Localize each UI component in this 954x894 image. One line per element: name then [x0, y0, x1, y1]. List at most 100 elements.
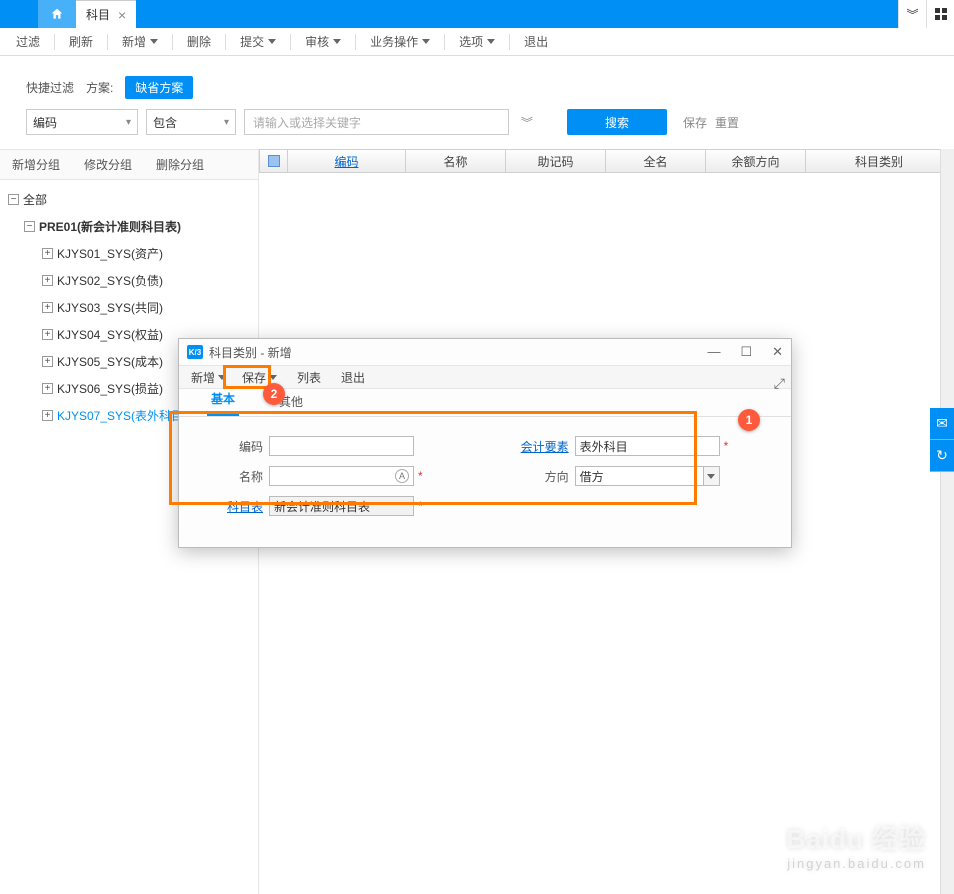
- dlg-list-button[interactable]: 列表: [291, 366, 327, 388]
- search-button[interactable]: 搜索: [567, 109, 667, 135]
- chevron-down-icon: ▾: [224, 117, 229, 128]
- delete-group-button[interactable]: 删除分组: [144, 150, 216, 179]
- callout-badge-1: 1: [738, 409, 760, 431]
- label-element: 会计要素: [513, 438, 575, 455]
- chevrons-down-icon: ︾: [906, 6, 918, 23]
- scheme-chip[interactable]: 缺省方案: [125, 76, 193, 99]
- input-element[interactable]: 表外科目: [575, 436, 720, 456]
- float-btn-2[interactable]: ↻: [930, 440, 954, 472]
- add-group-button[interactable]: 新增分组: [0, 150, 72, 179]
- tree-node[interactable]: +KJYS03_SYS(共同): [2, 294, 256, 321]
- col-fullname[interactable]: 全名: [606, 150, 706, 172]
- grid-icon: [935, 8, 947, 20]
- chevron-down-icon: [268, 39, 276, 44]
- vertical-scrollbar[interactable]: [940, 149, 954, 894]
- chevron-down-icon: ▾: [126, 117, 131, 128]
- col-mnemonic[interactable]: 助记码: [506, 150, 606, 172]
- dialog-body: 编码 名称 A * 科目表 新会计准则科目表 * 会计要素 表外科目: [179, 417, 791, 533]
- maximize-icon[interactable]: ☐: [740, 344, 752, 360]
- expand-icon[interactable]: +: [42, 383, 53, 394]
- active-tab[interactable]: 科目 ×: [76, 0, 136, 28]
- filter-button[interactable]: 过滤: [8, 28, 48, 55]
- delete-button[interactable]: 删除: [179, 28, 219, 55]
- col-name[interactable]: 名称: [406, 150, 506, 172]
- options-button[interactable]: 选项: [451, 28, 503, 55]
- search-row: 编码▾ 包含▾ 请输入或选择关键字 ︾ 搜索 保存 重置: [0, 109, 954, 149]
- dlg-exit-button[interactable]: 退出: [335, 366, 371, 388]
- bizops-button[interactable]: 业务操作: [362, 28, 438, 55]
- expand-icon[interactable]: +: [42, 410, 53, 421]
- refresh-icon: ↻: [936, 447, 948, 464]
- chevron-down-icon: [422, 39, 430, 44]
- collapse-icon[interactable]: −: [8, 194, 19, 205]
- save-link[interactable]: 保存: [683, 114, 707, 131]
- chevron-down-icon: [150, 39, 158, 44]
- chevron-down-icon: [333, 39, 341, 44]
- expand-icon[interactable]: +: [42, 275, 53, 286]
- quick-filter-row: 快捷过滤 方案: 缺省方案: [0, 56, 954, 109]
- dialog-titlebar[interactable]: K/3 科目类别 - 新增 — ☐ ✕: [179, 339, 791, 365]
- expand-icon[interactable]: +: [42, 302, 53, 313]
- input-name[interactable]: A: [269, 466, 414, 486]
- side-float-buttons: ✉ ↻: [930, 408, 954, 472]
- collapse-icon[interactable]: −: [24, 221, 35, 232]
- chat-icon: ✉: [936, 415, 948, 432]
- tree-node-all[interactable]: −全部: [2, 186, 256, 213]
- operator-combo[interactable]: 包含▾: [146, 109, 236, 135]
- tree-node[interactable]: +KJYS01_SYS(资产): [2, 240, 256, 267]
- required-icon: *: [418, 499, 423, 513]
- chevron-down-icon: [269, 375, 277, 380]
- collapse-button[interactable]: ︾: [898, 0, 926, 28]
- label-table: 科目表: [219, 498, 269, 515]
- grid-view-button[interactable]: [926, 0, 954, 28]
- app-icon: K/3: [187, 345, 203, 359]
- refresh-button[interactable]: 刷新: [61, 28, 101, 55]
- reset-link[interactable]: 重置: [715, 114, 739, 131]
- edit-group-button[interactable]: 修改分组: [72, 150, 144, 179]
- field-combo[interactable]: 编码▾: [26, 109, 138, 135]
- window-tab-bar: 科目 × ︾: [0, 0, 954, 28]
- expand-icon[interactable]: +: [42, 248, 53, 259]
- keyword-expand-icon[interactable]: ︾: [517, 114, 537, 131]
- dialog-title: 科目类别 - 新增: [209, 344, 292, 361]
- main-toolbar: 过滤 刷新 新增 删除 提交 审核 业务操作 选项 退出: [0, 28, 954, 56]
- sidebar-header: 新增分组 修改分组 删除分组: [0, 149, 258, 180]
- audit-button[interactable]: 审核: [297, 28, 349, 55]
- label-direction: 方向: [513, 468, 575, 485]
- required-icon: *: [418, 469, 423, 483]
- tab-basic[interactable]: 基本: [207, 384, 239, 416]
- checkbox-col[interactable]: [260, 150, 288, 172]
- float-btn-1[interactable]: ✉: [930, 408, 954, 440]
- ime-icon[interactable]: A: [395, 469, 409, 483]
- dialog-category-new: K/3 科目类别 - 新增 — ☐ ✕ 新增 保存 列表 退出 ⤢ 基本 其他 …: [178, 338, 792, 548]
- exit-button[interactable]: 退出: [516, 28, 556, 55]
- checkbox-icon: [268, 155, 280, 167]
- tree-node-root[interactable]: −PRE01(新会计准则科目表): [2, 213, 256, 240]
- direction-dropdown-button[interactable]: [704, 466, 720, 486]
- home-tab[interactable]: [38, 0, 76, 28]
- new-button[interactable]: 新增: [114, 28, 166, 55]
- input-direction[interactable]: 借方: [575, 466, 704, 486]
- chevron-down-icon: [487, 39, 495, 44]
- tree-node[interactable]: +KJYS02_SYS(负债): [2, 267, 256, 294]
- close-icon[interactable]: ✕: [772, 344, 783, 360]
- label-name: 名称: [219, 468, 269, 485]
- expand-icon[interactable]: +: [42, 356, 53, 367]
- required-icon: *: [724, 439, 729, 453]
- label-code: 编码: [219, 438, 269, 455]
- close-tab-icon[interactable]: ×: [118, 8, 126, 22]
- expand-icon[interactable]: +: [42, 329, 53, 340]
- submit-button[interactable]: 提交: [232, 28, 284, 55]
- home-icon: [50, 7, 64, 21]
- grid-header: 编码 名称 助记码 全名 余额方向 科目类别: [259, 149, 954, 173]
- input-code[interactable]: [269, 436, 414, 456]
- col-code[interactable]: 编码: [288, 150, 406, 172]
- scheme-label: 方案:: [86, 79, 113, 96]
- minimize-icon[interactable]: —: [707, 344, 720, 360]
- col-category[interactable]: 科目类别: [806, 150, 953, 172]
- active-tab-label: 科目: [86, 6, 110, 23]
- keyword-input[interactable]: 请输入或选择关键字: [244, 109, 509, 135]
- chevron-down-icon: [707, 474, 715, 479]
- col-direction[interactable]: 余额方向: [706, 150, 806, 172]
- input-table[interactable]: 新会计准则科目表: [269, 496, 414, 516]
